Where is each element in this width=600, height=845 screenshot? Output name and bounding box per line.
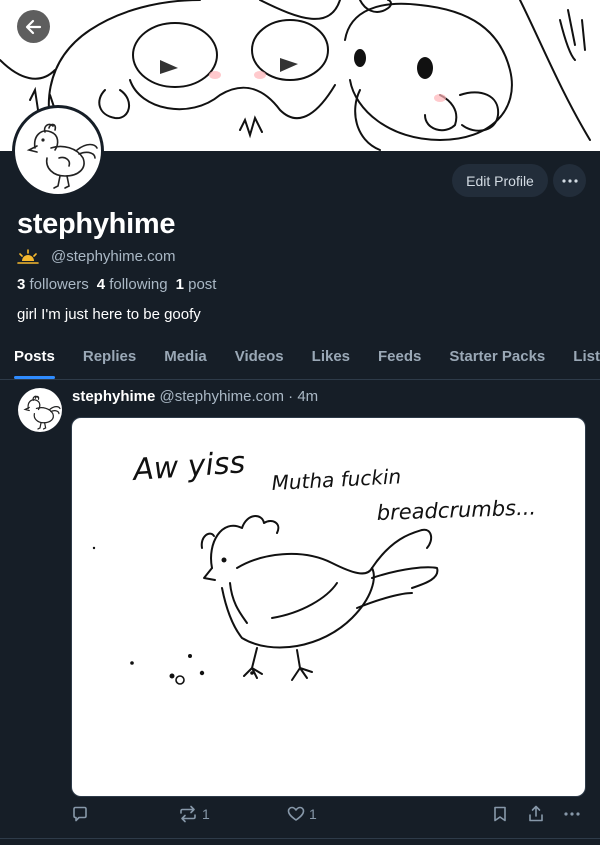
posts-stat: 1 post — [175, 276, 217, 293]
tab-videos[interactable]: Videos — [221, 339, 298, 379]
tab-replies[interactable]: Replies — [69, 339, 150, 379]
chicken-drawing-image: Aw yiss Mutha fuckin breadcrumbs... — [92, 445, 536, 685]
chicken-avatar-image — [26, 123, 98, 189]
following-stat[interactable]: 4 following — [97, 276, 168, 293]
profile-tabs: Posts Replies Media Videos Likes Feeds S… — [0, 339, 600, 380]
bookmark-button[interactable] — [492, 805, 508, 823]
post-author-avatar[interactable] — [18, 388, 62, 432]
tab-posts[interactable]: Posts — [0, 339, 69, 379]
repost-icon — [180, 805, 196, 823]
display-name: stephyhime — [17, 208, 176, 240]
profile-handle[interactable]: @stephyhime.com — [51, 248, 175, 265]
back-button[interactable] — [17, 10, 50, 43]
image-text-line1: Aw yiss — [130, 445, 246, 488]
sun-horizon-icon — [17, 248, 39, 264]
post-image[interactable]: Aw yiss Mutha fuckin breadcrumbs... — [71, 417, 586, 797]
edit-profile-button[interactable]: Edit Profile — [452, 164, 548, 197]
tab-media[interactable]: Media — [150, 339, 221, 379]
tab-likes[interactable]: Likes — [298, 339, 364, 379]
ellipsis-icon — [564, 812, 580, 816]
like-button[interactable]: 1 — [287, 805, 317, 823]
repost-button[interactable]: 1 — [178, 805, 210, 823]
handle-row: @stephyhime.com — [17, 248, 175, 265]
post-more-button[interactable] — [563, 805, 581, 823]
post-author-name[interactable]: stephyhime — [72, 388, 155, 405]
tab-feeds[interactable]: Feeds — [364, 339, 435, 379]
post-actions: 1 1 — [0, 805, 600, 829]
reply-button[interactable] — [71, 805, 93, 823]
image-text-line2: Mutha fuckin — [271, 464, 402, 495]
followers-stat[interactable]: 3 followers — [17, 276, 89, 293]
arrow-left-icon — [25, 19, 41, 34]
repost-count: 1 — [202, 806, 210, 822]
like-count: 1 — [309, 806, 317, 822]
profile-more-button[interactable] — [553, 164, 586, 197]
heart-icon — [287, 806, 305, 821]
ellipsis-icon — [561, 178, 578, 183]
chicken-avatar-image — [23, 395, 61, 430]
image-text-line3: breadcrumbs... — [376, 495, 536, 525]
post-author-handle[interactable]: @stephyhime.com — [160, 388, 284, 405]
feed-divider — [0, 838, 600, 839]
tab-lists[interactable]: Lists — [559, 339, 600, 379]
bookmark-icon — [494, 806, 506, 822]
share-button[interactable] — [527, 805, 545, 823]
tab-starter-packs[interactable]: Starter Packs — [435, 339, 559, 379]
post-timestamp[interactable]: 4m — [297, 388, 318, 405]
profile-stats: 3 followers 4 following 1 post — [17, 276, 216, 293]
profile-bio: girl I'm just here to be goofy — [17, 306, 201, 323]
edit-profile-label: Edit Profile — [466, 172, 534, 189]
share-icon — [529, 805, 543, 822]
post-header: stephyhime @stephyhime.com · 4m — [72, 388, 318, 405]
profile-avatar[interactable] — [12, 105, 104, 197]
reply-bubble-icon — [73, 806, 87, 822]
post-separator: · — [288, 388, 294, 405]
